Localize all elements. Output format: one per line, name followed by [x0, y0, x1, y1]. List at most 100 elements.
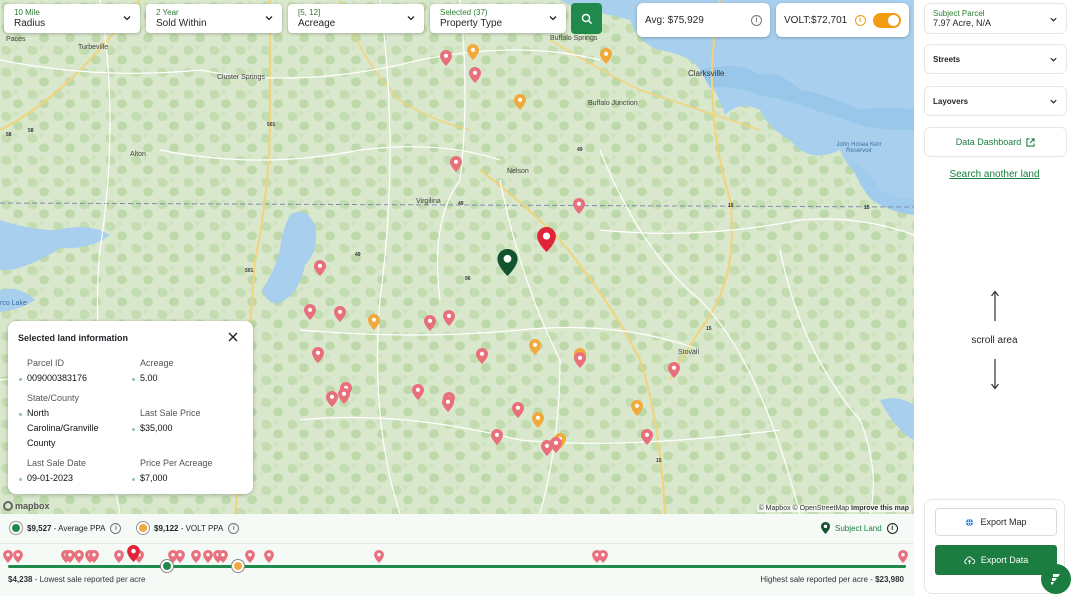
map-label-buffalo-springs: Buffalo Springs	[550, 35, 598, 42]
info-icon[interactable]: i	[886, 522, 898, 534]
info-icon[interactable]: i	[751, 14, 762, 26]
subject-parcel-small-label: Subject Parcel	[933, 9, 985, 18]
price-per-acreage-field: Price Per Acreage $7,000	[132, 458, 245, 486]
last-sale-date-value: 09-01-2023	[27, 473, 74, 483]
sale-pin[interactable]	[641, 429, 653, 445]
info-icon[interactable]: i	[110, 522, 122, 534]
acreage-filter-value: [5, 12]	[298, 8, 321, 17]
improve-map-link[interactable]: Improve this map	[851, 505, 909, 512]
mapbox-logo[interactable]: mapbox	[3, 501, 50, 511]
sold-within-filter[interactable]: 2 Year Sold Within	[146, 4, 282, 33]
sale-pin[interactable]	[469, 67, 481, 83]
sale-pin[interactable]	[440, 50, 452, 66]
sale-pin[interactable]	[442, 396, 454, 412]
sale-pin[interactable]	[574, 352, 586, 368]
sale-pin[interactable]	[573, 198, 585, 214]
map-label-clarksville: Clarksville	[688, 69, 725, 78]
mapbox-attribution-link[interactable]: © Mapbox	[759, 505, 791, 512]
sale-pin[interactable]	[532, 412, 544, 428]
range-sale-pin[interactable]	[114, 550, 124, 563]
acreage-filter[interactable]: [5, 12] Acreage	[288, 4, 424, 33]
subject-parcel-select[interactable]: Subject Parcel 7.97 Acre, N/A	[924, 3, 1067, 34]
sale-pin[interactable]	[514, 94, 526, 110]
sale-pin[interactable]	[512, 402, 524, 418]
divider	[0, 543, 914, 544]
range-sale-pin[interactable]	[175, 550, 185, 563]
sale-pin[interactable]	[424, 315, 436, 331]
streets-label: Streets	[933, 55, 961, 64]
sale-pin[interactable]	[326, 391, 338, 407]
info-icon[interactable]: i	[228, 522, 240, 534]
export-data-button[interactable]: Export Data	[935, 545, 1057, 575]
price-range-track	[8, 565, 906, 568]
range-sale-pin[interactable]	[245, 550, 255, 563]
radius-filter-value: 10 Mile	[14, 8, 40, 17]
osm-attribution-link[interactable]: © OpenStreetMap	[793, 505, 850, 512]
sold-within-value: 2 Year	[156, 8, 179, 17]
lowest-sale-text: $4,238 - Lowest sale reported per acre	[8, 575, 145, 584]
range-sale-pin[interactable]	[74, 550, 84, 563]
sale-pin[interactable]	[631, 400, 643, 416]
property-type-filter[interactable]: Selected (37) Property Type	[430, 4, 566, 33]
sale-pin[interactable]	[600, 48, 612, 64]
mapbox-icon	[3, 501, 13, 511]
chevron-down-icon	[265, 16, 273, 21]
range-sale-pin[interactable]	[598, 550, 608, 563]
close-icon[interactable]	[227, 331, 239, 343]
range-sale-pin[interactable]	[191, 550, 201, 563]
range-sale-pin[interactable]	[3, 550, 13, 563]
bullet-dot	[132, 478, 135, 481]
average-price-box: Avg: $75,929 i	[637, 3, 770, 37]
selected-sale-pin[interactable]	[537, 227, 556, 252]
map-label-kerr-reservoir: John Hosea Kerr Reservoir	[836, 142, 882, 154]
sale-pin[interactable]	[450, 156, 462, 172]
sale-pin[interactable]	[304, 304, 316, 320]
export-data-label: Export Data	[980, 555, 1029, 565]
range-sale-pin[interactable]	[89, 550, 99, 563]
range-selected-pin[interactable]	[127, 545, 140, 562]
average-ppa-marker[interactable]	[161, 560, 173, 572]
sale-pin[interactable]	[338, 388, 350, 404]
volt-ppa-marker[interactable]	[232, 560, 244, 572]
sale-pin[interactable]	[368, 314, 380, 330]
range-sale-pin[interactable]	[203, 550, 213, 563]
sale-pin[interactable]	[541, 440, 553, 456]
average-ppa-legend: $9,527 - Average PPA i	[10, 522, 122, 534]
parcel-id-field: Parcel ID 009000383176	[19, 358, 132, 386]
map-label-lake: rco Lake	[0, 300, 27, 307]
sale-pin[interactable]	[412, 384, 424, 400]
info-icon[interactable]: i	[854, 14, 866, 26]
sale-pin[interactable]	[476, 348, 488, 364]
search-another-land-link[interactable]: Search another land	[914, 169, 1075, 180]
sale-pin[interactable]	[443, 310, 455, 326]
range-sale-pin[interactable]	[898, 550, 908, 563]
export-map-button[interactable]: Export Map	[935, 508, 1057, 536]
sale-pin[interactable]	[529, 339, 541, 355]
map-view[interactable]: Paces Turbeville Cluster Springs Buffalo…	[0, 0, 914, 514]
subject-land-pin[interactable]	[497, 249, 518, 276]
range-sale-pin[interactable]	[264, 550, 274, 563]
chevron-down-icon	[549, 16, 557, 21]
range-sale-pin[interactable]	[374, 550, 384, 563]
sale-pin[interactable]	[312, 347, 324, 363]
last-sale-price-label: Last Sale Price	[140, 408, 201, 418]
data-dashboard-button[interactable]: Data Dashboard	[924, 127, 1067, 157]
search-button[interactable]	[571, 3, 602, 34]
range-sale-pin[interactable]	[218, 550, 228, 563]
bullet-dot	[19, 478, 22, 481]
scroll-area[interactable]: scroll area	[914, 290, 1075, 390]
range-sale-pin[interactable]	[13, 550, 23, 563]
app-logo-button[interactable]	[1041, 564, 1071, 594]
sale-pin[interactable]	[314, 260, 326, 276]
streets-select[interactable]: Streets	[924, 44, 1067, 74]
sale-pin[interactable]	[334, 306, 346, 322]
subject-land-label: Subject Land	[835, 523, 882, 533]
volt-toggle[interactable]	[872, 12, 901, 28]
layovers-select[interactable]: Layovers	[924, 86, 1067, 116]
state-county-field: State/County North Carolina/Granville Co…	[19, 393, 117, 451]
sale-pin[interactable]	[668, 362, 680, 378]
radius-filter[interactable]: 10 Mile Radius	[4, 4, 140, 33]
sale-pin[interactable]	[467, 44, 479, 60]
sale-pin[interactable]	[491, 429, 503, 445]
globe-icon	[966, 518, 974, 526]
